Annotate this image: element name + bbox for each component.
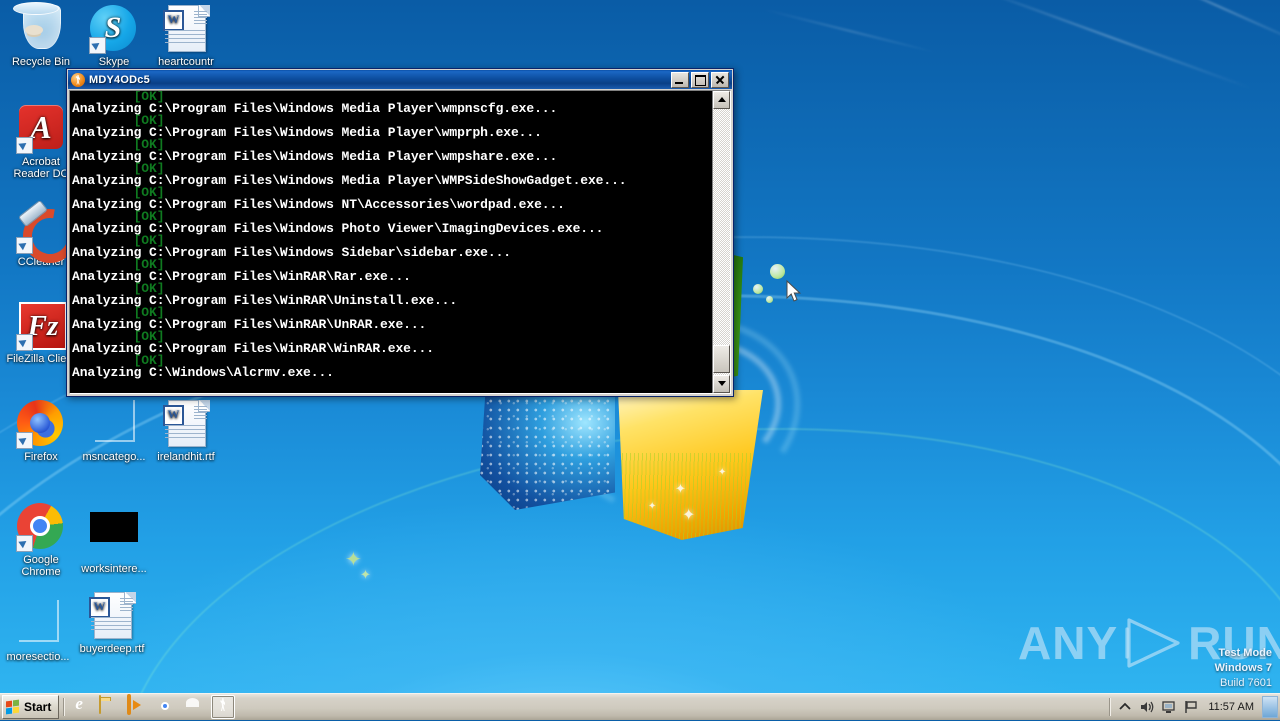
console-output[interactable]: [OK] Analyzing C:\Program Files\Windows M… (70, 91, 712, 393)
desktop-icon-label: msncatego... (82, 451, 146, 463)
console-analyze-line: Analyzing C:\Program Files\Windows Sideb… (72, 245, 511, 260)
desktop-icon-label: heartcountr (158, 56, 214, 68)
system-tray[interactable]: 11:57 AM (1105, 694, 1280, 720)
maximize-button[interactable] (691, 71, 709, 88)
windows-flag-icon (6, 699, 21, 715)
acrobat-reader-icon: A (16, 105, 65, 154)
wallpaper-contrail (762, 8, 938, 54)
desktop-icon-msncatego[interactable]: msncatego... (78, 400, 150, 463)
console-analyze-line: Analyzing C:\Program Files\Windows NT\Ac… (72, 197, 565, 212)
ccleaner-icon (12, 198, 88, 274)
word-document-icon: W (162, 400, 210, 448)
test-mode-line2: Windows 7 (1214, 662, 1272, 674)
recycle-bin-icon (17, 5, 65, 53)
wallpaper-contrail (968, 0, 1252, 90)
orange-app-icon (71, 72, 85, 87)
desktop-icon-label: Firefox (24, 451, 58, 463)
taskbar-edge-icon[interactable] (183, 696, 205, 718)
start-button-label: Start (24, 700, 52, 714)
shortcut-arrow-icon (16, 137, 33, 154)
window-titlebar[interactable]: MDY4ODc5 (68, 70, 732, 89)
window-title: MDY4ODc5 (89, 73, 150, 86)
play-triangle-logo-icon (1122, 616, 1184, 670)
taskbar-internet-explorer-icon[interactable] (71, 696, 93, 718)
taskbar-clock[interactable]: 11:57 AM (1208, 701, 1254, 713)
console-analyze-line: Analyzing C:\Program Files\Windows Media… (72, 125, 542, 140)
scrollbar-track[interactable] (713, 109, 730, 375)
taskbar-windows-explorer-icon[interactable] (99, 695, 121, 718)
shortcut-arrow-icon (89, 37, 106, 54)
watermark-any-text: ANY (1018, 617, 1119, 669)
scrollbar-thumb[interactable] (713, 345, 730, 373)
action-center-flag-icon[interactable] (1182, 698, 1200, 716)
test-mode-watermark: Test Mode Windows 7 Build 7601 (1215, 646, 1272, 691)
desktop-icon-label: moresectio... (6, 651, 70, 663)
shortcut-arrow-icon (16, 535, 33, 552)
minimize-button[interactable] (671, 71, 689, 88)
console-analyze-line: Analyzing C:\Program Files\Windows Media… (72, 149, 558, 164)
console-analyze-line: Analyzing C:\Program Files\Windows Media… (72, 173, 627, 188)
scroll-down-button[interactable] (713, 375, 730, 393)
desktop-icon-label: Recycle Bin (11, 56, 71, 68)
desktop-icon-heartcountr[interactable]: W heartcountr (150, 5, 222, 68)
black-thumbnail-icon (90, 512, 138, 560)
wallpaper-sparkle: ✦ (360, 567, 371, 582)
desktop-icon-label: Skype (98, 56, 130, 68)
wallpaper-contrail (1128, 0, 1280, 49)
shortcut-arrow-icon (16, 237, 33, 254)
desktop-icon-irelandhit[interactable]: W irelandhit.rtf (150, 400, 222, 463)
console-scrollbar[interactable] (712, 91, 730, 393)
console-analyze-line: Analyzing C:\Program Files\WinRAR\WinRAR… (72, 341, 434, 356)
start-button[interactable]: Start (2, 695, 60, 719)
taskbar-mdy4odc5-task-button[interactable] (211, 695, 236, 719)
test-mode-line1: Test Mode (1218, 647, 1272, 659)
desktop-icon-recycle-bin[interactable]: Recycle Bin (5, 5, 77, 68)
blank-document-icon (90, 400, 138, 448)
console-window[interactable]: MDY4ODc5 [OK] Analyzing C:\Program Files\… (66, 68, 734, 397)
scroll-up-button[interactable] (713, 91, 730, 109)
desktop-icon-buyerdeep[interactable]: W buyerdeep.rtf (76, 592, 148, 655)
console-analyze-line: Analyzing C:\Program Files\Windows Media… (72, 101, 558, 116)
shortcut-arrow-icon (16, 334, 33, 351)
console-analyze-line: Analyzing C:\Program Files\WinRAR\UnRAR.… (72, 317, 427, 332)
chrome-icon (16, 503, 65, 552)
console-analyze-line: Analyzing C:\Program Files\WinRAR\Uninst… (72, 293, 458, 308)
volume-icon[interactable] (1138, 698, 1156, 716)
console-analyze-line: Analyzing C:\Windows\Alcrmv.exe... (72, 365, 334, 380)
desktop-icon-worksintere[interactable]: worksintere... (78, 503, 150, 575)
desktop-icon-label: Google Chrome (21, 554, 61, 578)
desktop-icon-label: irelandhit.rtf (157, 451, 215, 463)
console-analyze-line: Analyzing C:\Program Files\Windows Photo… (72, 221, 604, 236)
console-body: [OK] Analyzing C:\Program Files\Windows M… (69, 90, 731, 394)
taskbar-windows-media-player-icon[interactable] (127, 694, 149, 718)
test-mode-line3: Build 7601 (1220, 677, 1272, 689)
taskbar-separator (63, 698, 65, 716)
word-document-icon: W (162, 5, 210, 53)
console-analyze-line: Analyzing C:\Program Files\WinRAR\Rar.ex… (72, 269, 411, 284)
anyrun-watermark: ANY RUN (1018, 612, 1280, 674)
taskbar-chrome-icon[interactable] (155, 696, 177, 718)
firefox-icon (16, 400, 65, 449)
close-button[interactable] (711, 71, 729, 88)
desktop-icon-moresectio[interactable]: moresectio... (2, 600, 74, 663)
taskbar[interactable]: Start 11:57 AM (0, 693, 1280, 720)
desktop-icon-firefox[interactable]: Firefox (5, 400, 77, 463)
word-document-icon: W (88, 592, 136, 640)
shortcut-arrow-icon (16, 432, 33, 449)
tray-separator (1109, 698, 1111, 716)
desktop-icon-google-chrome[interactable]: Google Chrome (5, 503, 77, 578)
network-icon[interactable] (1160, 698, 1178, 716)
show-hidden-icons-icon[interactable] (1116, 698, 1134, 716)
show-desktop-button[interactable] (1262, 696, 1278, 718)
blank-document-icon (14, 600, 62, 648)
desktop-icon-label: worksintere... (81, 563, 147, 575)
skype-icon: S (89, 5, 138, 54)
filezilla-icon: Fz (16, 302, 67, 351)
desktop-icon-skype[interactable]: S Skype (78, 5, 150, 68)
desktop-icon-label: buyerdeep.rtf (79, 643, 145, 655)
